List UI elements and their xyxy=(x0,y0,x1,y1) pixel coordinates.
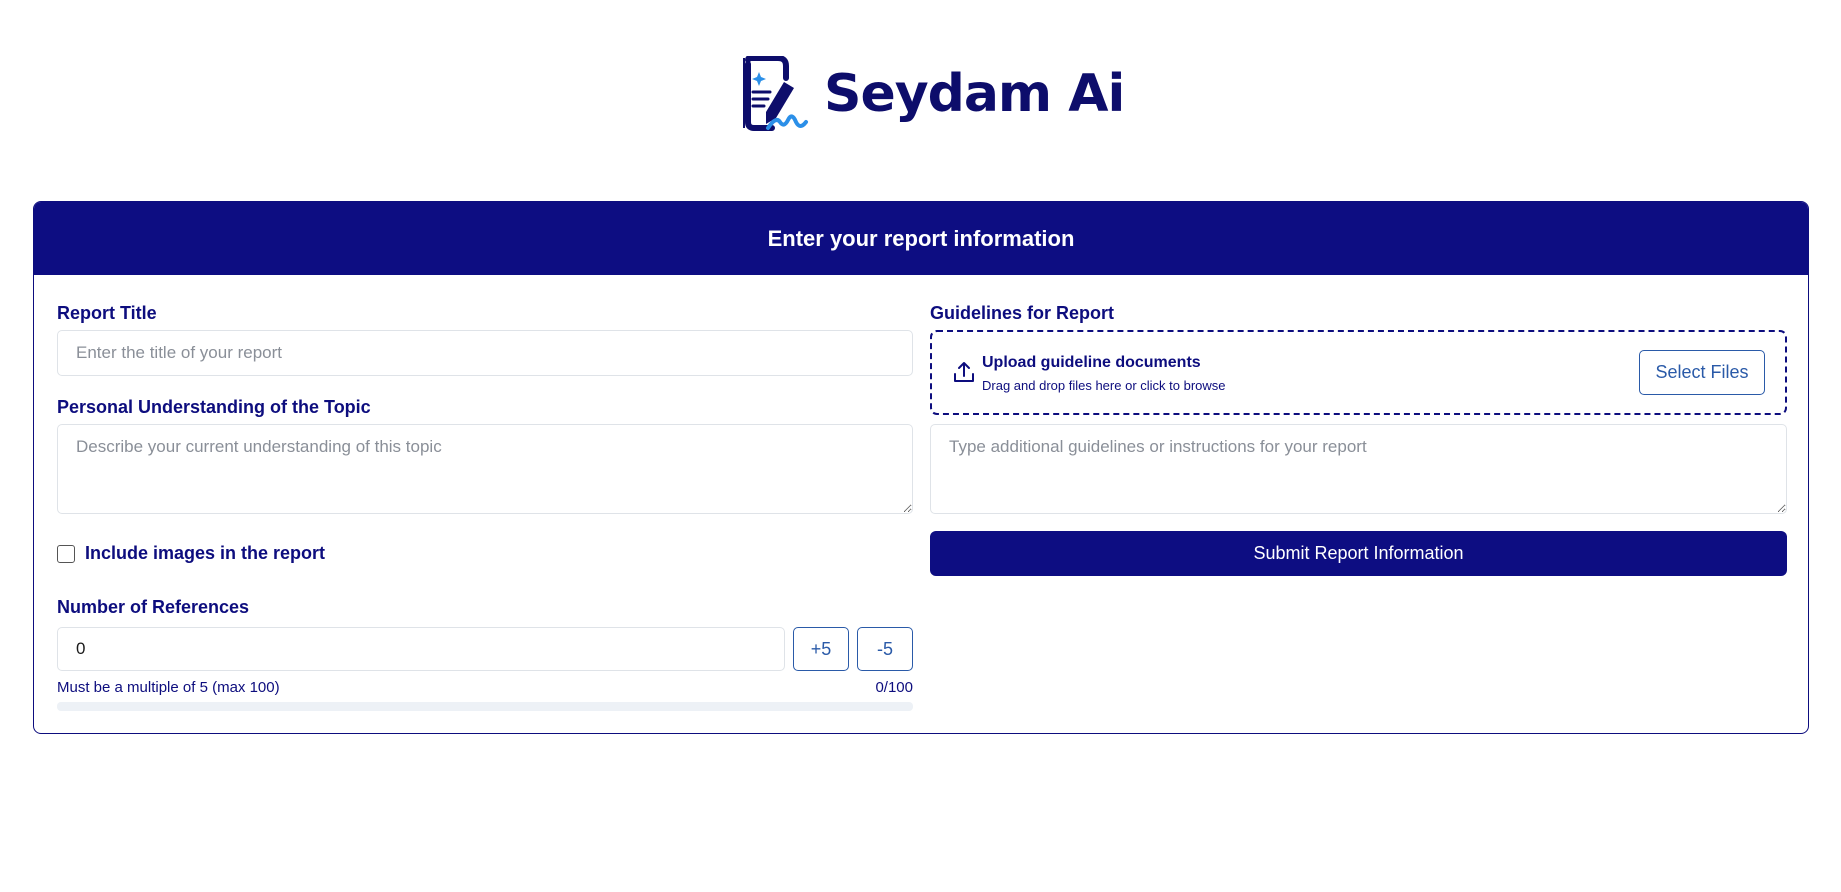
select-files-button[interactable]: Select Files xyxy=(1639,350,1765,395)
include-images-checkbox[interactable] xyxy=(57,544,75,563)
guidelines-dropzone[interactable]: Upload guideline documents Drag and drop… xyxy=(930,330,1787,415)
upload-icon xyxy=(954,362,974,382)
references-count: 0/100 xyxy=(875,679,913,696)
include-images-label[interactable]: Include images in the report xyxy=(85,543,325,564)
subtract-five-button[interactable]: -5 xyxy=(857,627,913,671)
references-progress-bar xyxy=(57,702,913,711)
logo-area: Seydam Ai xyxy=(0,0,1841,200)
understanding-label: Personal Understanding of the Topic xyxy=(57,397,371,417)
add-five-button[interactable]: +5 xyxy=(793,627,849,671)
references-input[interactable] xyxy=(57,627,785,671)
include-images-row[interactable]: Include images in the report xyxy=(57,543,325,564)
guidelines-label: Guidelines for Report xyxy=(930,303,1115,323)
references-label: Number of References xyxy=(57,597,250,617)
form-header-title: Enter your report information xyxy=(767,225,1075,251)
brand-name: Seydam Ai xyxy=(824,64,1125,124)
form-header: Enter your report information xyxy=(34,202,1808,275)
dropzone-subtitle: Drag and drop files here or click to bro… xyxy=(982,378,1226,393)
dropzone-title: Upload guideline documents xyxy=(982,354,1201,371)
brand-logo: Seydam Ai xyxy=(738,56,1125,132)
report-form-card: Enter your report information Report Tit… xyxy=(33,201,1809,734)
understanding-textarea[interactable] xyxy=(57,424,913,514)
guidelines-textarea[interactable] xyxy=(930,424,1787,514)
submit-report-button[interactable]: Submit Report Information xyxy=(930,531,1787,576)
report-title-label: Report Title xyxy=(57,303,157,323)
document-pen-logo-icon xyxy=(743,56,808,131)
report-title-input[interactable] xyxy=(57,330,913,376)
references-hint: Must be a multiple of 5 (max 100) xyxy=(57,679,280,696)
